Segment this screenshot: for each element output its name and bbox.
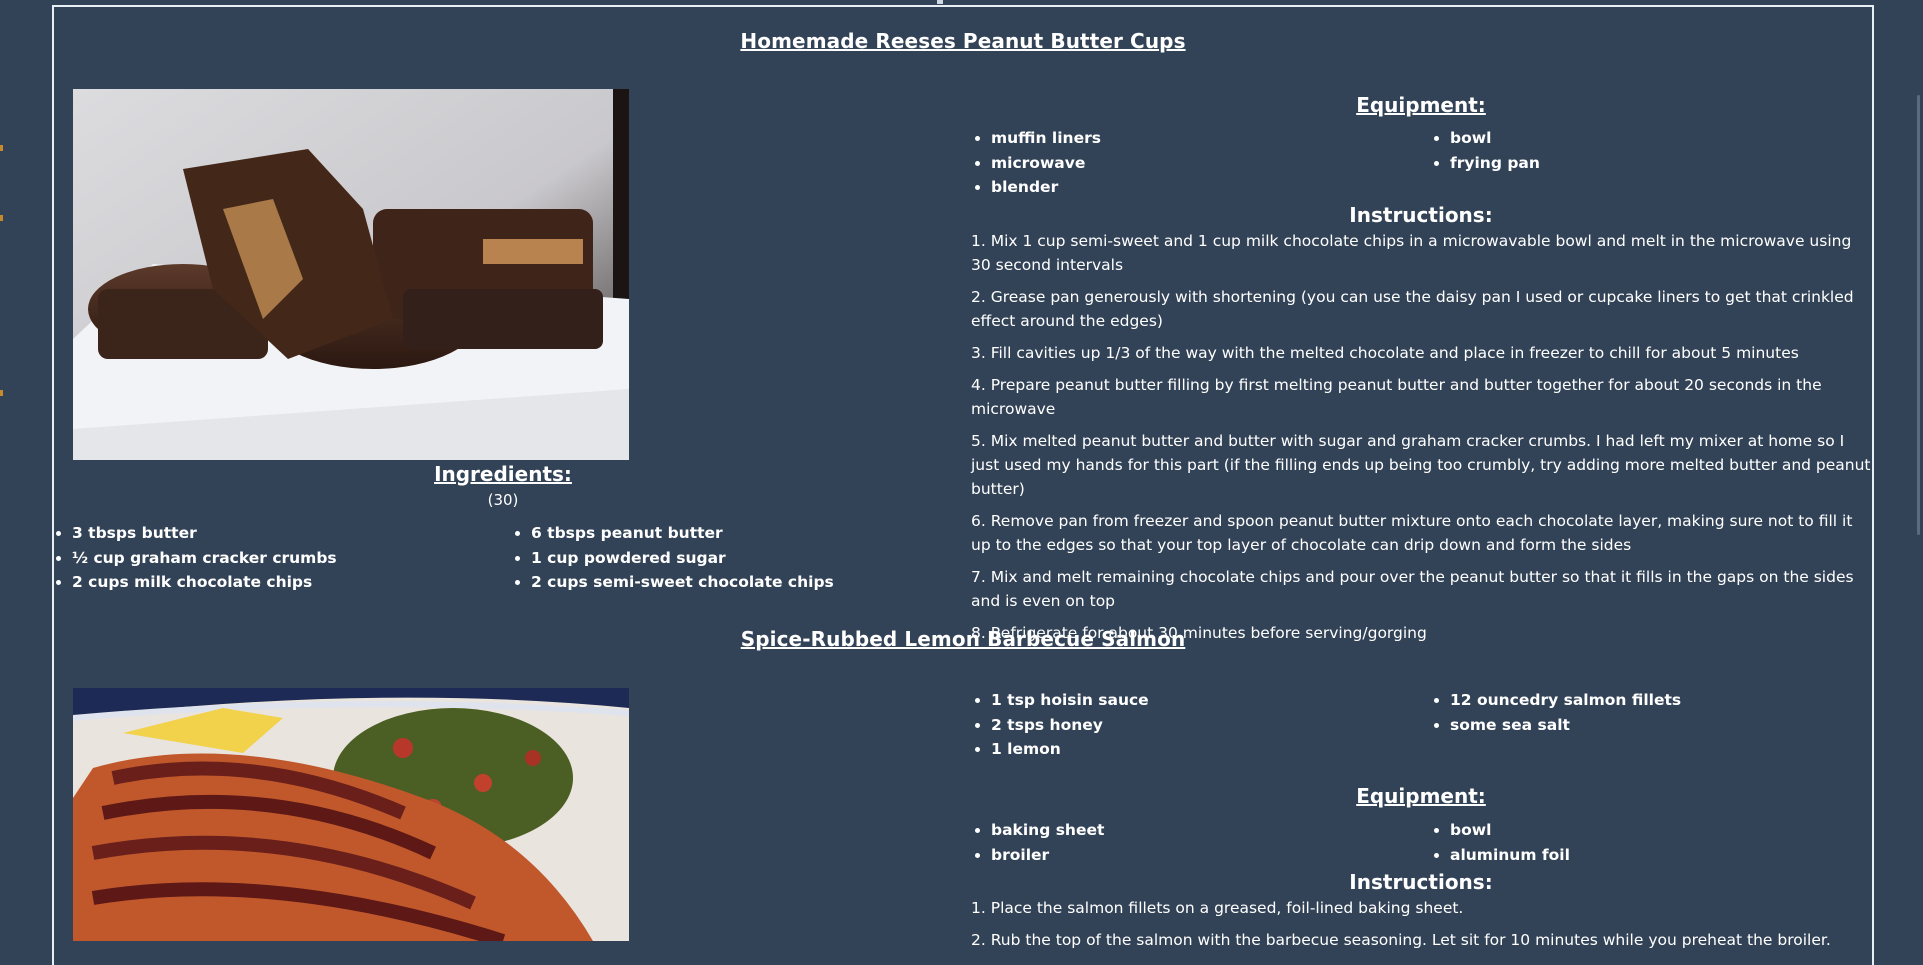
instructions-list: 1. Place the salmon fillets on a greased… <box>971 896 1871 960</box>
equipment-list-col1: muffin liners microwave blender <box>971 126 1101 200</box>
instruction-step: 7. Mix and melt remaining chocolate chip… <box>971 568 1854 610</box>
instruction-step: 2. Rub the top of the salmon with the ba… <box>971 931 1831 949</box>
instructions-heading: Instructions: <box>1349 870 1493 894</box>
ingredient-item: 12 ouncedry salmon fillets <box>1450 688 1681 713</box>
equipment-item: bowl <box>1450 818 1570 843</box>
instruction-step: 4. Prepare peanut butter filling by firs… <box>971 376 1822 418</box>
left-edge-mark <box>0 145 3 151</box>
servings-count: (30) <box>487 491 519 509</box>
equipment-item: frying pan <box>1450 151 1540 176</box>
instruction-step: 3. Fill cavities up 1/3 of the way with … <box>971 344 1799 362</box>
instruction-step: 1. Mix 1 cup semi-sweet and 1 cup milk c… <box>971 232 1852 274</box>
equipment-list-col2: bowl frying pan <box>1430 126 1540 175</box>
ingredient-item: 6 tbsps peanut butter <box>531 521 834 546</box>
salmon-photo <box>73 688 629 941</box>
equipment-item: bowl <box>1450 126 1540 151</box>
ingredient-item: 2 tsps honey <box>991 713 1149 738</box>
equipment-item: baking sheet <box>991 818 1104 843</box>
ingredient-item: 1 lemon <box>991 737 1149 762</box>
equipment-item: blender <box>991 175 1101 200</box>
ingredient-item: 2 cups semi-sweet chocolate chips <box>531 570 834 595</box>
instruction-step: 2. Grease pan generously with shortening… <box>971 288 1854 330</box>
recipe-title[interactable]: Spice-Rubbed Lemon Barbecue Salmon <box>52 627 1874 651</box>
ingredient-item: ½ cup graham cracker crumbs <box>72 546 337 571</box>
ingredient-item: 3 tbsps butter <box>72 521 337 546</box>
ingredients-list-col1: 1 tsp hoisin sauce 2 tsps honey 1 lemon <box>971 688 1149 762</box>
equipment-item: broiler <box>991 843 1104 868</box>
instruction-step: 5. Mix melted peanut butter and butter w… <box>971 432 1871 498</box>
ingredients-heading: Ingredients: <box>434 462 572 486</box>
instruction-step: 6. Remove pan from freezer and spoon pea… <box>971 512 1853 554</box>
ingredients-list-col2: 12 ouncedry salmon fillets some sea salt <box>1430 688 1681 737</box>
equipment-heading: Equipment: <box>1356 93 1486 117</box>
ingredient-item: 1 tsp hoisin sauce <box>991 688 1149 713</box>
equipment-item: microwave <box>991 151 1101 176</box>
instructions-heading: Instructions: <box>1349 203 1493 227</box>
recipe-title[interactable]: Homemade Reeses Peanut Butter Cups <box>52 29 1874 53</box>
peanut-butter-cups-photo <box>73 89 629 460</box>
equipment-list-col1: baking sheet broiler <box>971 818 1104 867</box>
equipment-item: muffin liners <box>991 126 1101 151</box>
left-edge-mark <box>0 390 3 396</box>
left-edge-mark <box>0 215 3 221</box>
ingredients-list-col1: 3 tbsps butter ½ cup graham cracker crum… <box>52 521 337 595</box>
ingredient-item: 2 cups milk chocolate chips <box>72 570 337 595</box>
instruction-step: 1. Place the salmon fillets on a greased… <box>971 899 1464 917</box>
ingredient-item: 1 cup powdered sugar <box>531 546 834 571</box>
scrollbar-thumb[interactable] <box>1917 95 1920 535</box>
equipment-list-col2: bowl aluminum foil <box>1430 818 1570 867</box>
ingredients-list-col2: 6 tbsps peanut butter 1 cup powdered sug… <box>511 521 834 595</box>
ingredient-item: some sea salt <box>1450 713 1681 738</box>
equipment-heading: Equipment: <box>1356 784 1486 808</box>
top-marker <box>937 0 943 4</box>
instructions-list: 1. Mix 1 cup semi-sweet and 1 cup milk c… <box>971 229 1871 653</box>
equipment-item: aluminum foil <box>1450 843 1570 868</box>
